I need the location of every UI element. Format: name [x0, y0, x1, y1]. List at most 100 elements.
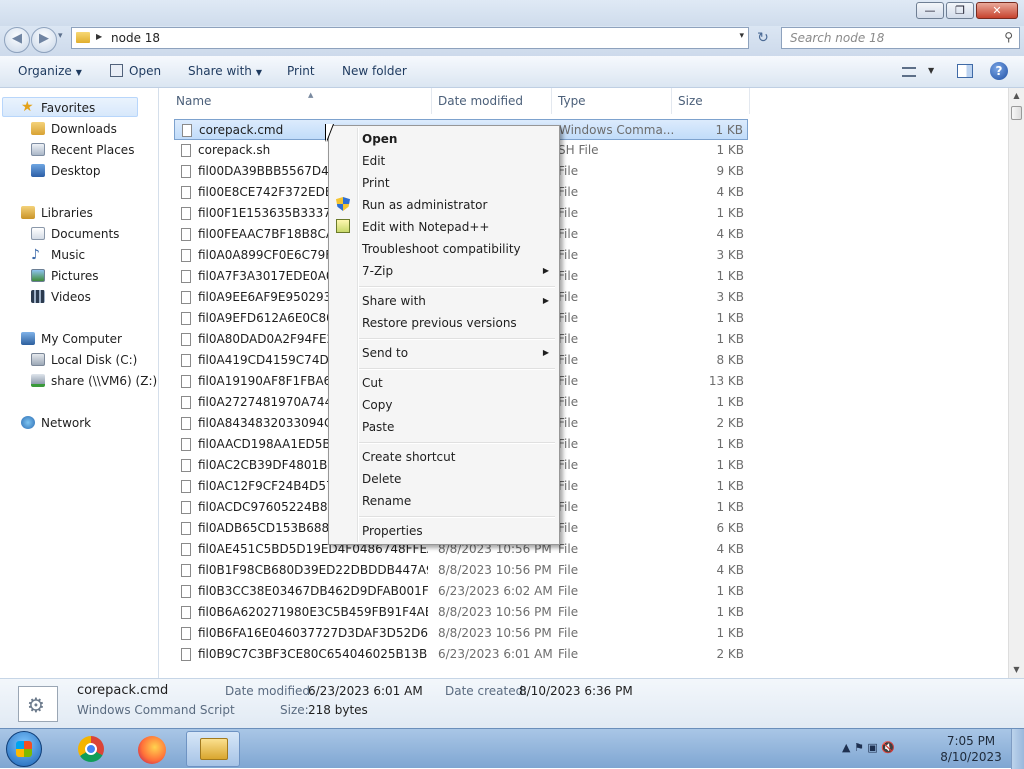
file-type: SH File	[558, 143, 599, 157]
views-icon[interactable]	[902, 67, 916, 77]
nav-favorites[interactable]: ★ Favorites	[2, 97, 138, 117]
menu-item-send-to[interactable]: Send to ▶	[331, 342, 557, 364]
address-dropdown-icon[interactable]: ▾	[739, 31, 744, 41]
open-label: Open	[129, 64, 162, 78]
show-desktop-button[interactable]	[1011, 729, 1024, 769]
search-icon[interactable]: ⚲	[1004, 30, 1013, 44]
search-input[interactable]: Search node 18 ⚲	[781, 27, 1020, 49]
system-tray[interactable]: ▲ ⚑ ▣ 🔇	[842, 741, 942, 757]
clock[interactable]: 7:05 PM 8/10/2023	[940, 733, 1002, 765]
menu-item-print[interactable]: Print	[331, 172, 557, 194]
file-row[interactable]: fil0B6A620271980E3C5B459FB91F4AEEBD 8/8/2…	[174, 602, 748, 623]
menu-item-share-with[interactable]: Share with ▶	[331, 290, 557, 312]
file-type: File	[558, 584, 579, 598]
context-menu: Open Edit Print Run as administrator Edi…	[328, 125, 560, 545]
menu-separator	[359, 442, 555, 444]
menu-item-rename[interactable]: Rename	[331, 490, 557, 512]
open-button[interactable]: Open	[110, 64, 161, 78]
file-icon	[181, 228, 191, 241]
menu-item-delete[interactable]: Delete	[331, 468, 557, 490]
details-size-label: Size:	[280, 703, 309, 717]
scroll-down-arrow-icon[interactable]: ▼	[1009, 662, 1024, 678]
file-type: File	[558, 437, 579, 451]
menu-item-edit-notepadpp[interactable]: Edit with Notepad++	[331, 216, 557, 238]
file-row[interactable]: fil0B3CC38E03467DB462D9DFAB001F3D16 6/23/…	[174, 581, 748, 602]
nav-share-drive-label: share (\\VM6) (Z:)	[51, 374, 158, 388]
print-button[interactable]: Print	[287, 64, 315, 78]
file-explorer-icon	[200, 738, 228, 760]
vertical-scrollbar[interactable]: ▲ ▼	[1008, 88, 1024, 678]
file-type: File	[558, 605, 579, 619]
file-type: File	[558, 164, 579, 178]
address-bar[interactable]: ▶ node 18 ▾	[71, 27, 749, 49]
menu-separator	[359, 368, 555, 370]
help-icon[interactable]: ?	[990, 62, 1008, 80]
desktop-icon	[31, 164, 45, 177]
column-header-name[interactable]: Name ▲	[168, 88, 432, 114]
minimize-button[interactable]: —	[916, 2, 944, 19]
submenu-arrow-icon: ▶	[542, 266, 549, 275]
forward-button[interactable]: ▶	[31, 27, 57, 53]
menu-item-share-with-label: Share with	[362, 294, 426, 308]
column-header-size[interactable]: Size	[670, 88, 750, 114]
menu-item-cut[interactable]: Cut	[331, 372, 557, 394]
menu-item-run-as-admin-label: Run as administrator	[362, 198, 488, 212]
file-type: File	[558, 626, 579, 640]
file-preview-icon: ⚙	[18, 686, 58, 722]
views-dropdown-icon[interactable]: ▼	[928, 66, 934, 75]
file-icon	[181, 396, 191, 409]
file-row[interactable]: fil0B1F98CB680D39ED22DBDDB447A9C55A 8/8/2…	[174, 560, 748, 581]
start-button[interactable]	[6, 731, 42, 767]
new-folder-button[interactable]: New folder	[342, 64, 407, 78]
nav-music-label: Music	[51, 248, 86, 262]
recent-pages-dropdown[interactable]: ▾	[58, 31, 63, 41]
file-type: File	[558, 395, 579, 409]
back-button[interactable]: ◀	[4, 27, 30, 53]
address-row: ◀ ▶ ▾ ▶ node 18 ▾ ↻ Search node 18 ⚲	[0, 26, 1024, 56]
column-header-type[interactable]: Type	[550, 88, 672, 114]
window-controls: — ❐ ✕	[916, 2, 1018, 19]
file-row[interactable]: fil0B6FA16E046037727D3DAF3D52D69E92 8/8/2…	[174, 623, 748, 644]
taskbar-explorer[interactable]	[186, 731, 240, 767]
file-size: 2 KB	[716, 416, 744, 430]
command-bar: Organize ▼ Open Share with ▼ Print New fol…	[0, 56, 1024, 88]
menu-item-create-shortcut[interactable]: Create shortcut	[331, 446, 557, 468]
menu-item-run-as-admin[interactable]: Run as administrator	[331, 194, 557, 216]
menu-item-7zip[interactable]: 7-Zip ▶	[331, 260, 557, 282]
refresh-button[interactable]: ↻	[753, 30, 773, 48]
share-with-button[interactable]: Share with ▼	[188, 64, 262, 78]
taskbar-chrome[interactable]	[62, 731, 116, 767]
preview-pane-icon[interactable]	[957, 64, 973, 78]
close-button[interactable]: ✕	[976, 2, 1018, 19]
computer-icon	[21, 332, 35, 345]
menu-item-paste[interactable]: Paste	[331, 416, 557, 438]
file-size: 1 KB	[716, 332, 744, 346]
file-row[interactable]: fil0B9C7C3BF3CE80C654046025B13BF82F 6/23/…	[174, 644, 748, 665]
file-icon	[181, 375, 191, 388]
scrollbar-thumb[interactable]	[1011, 106, 1022, 120]
file-type: File	[558, 479, 579, 493]
file-size: 1 KB	[716, 206, 744, 220]
menu-item-troubleshoot-label: Troubleshoot compatibility	[362, 242, 521, 256]
file-date-modified: 8/8/2023 10:56 PM	[438, 626, 552, 640]
menu-item-delete-label: Delete	[362, 472, 402, 486]
file-size: 9 KB	[716, 164, 744, 178]
file-icon	[181, 564, 191, 577]
file-size: 2 KB	[716, 647, 744, 661]
file-size: 3 KB	[716, 290, 744, 304]
nav-videos-label: Videos	[51, 290, 91, 304]
scroll-up-arrow-icon[interactable]: ▲	[1009, 88, 1024, 104]
taskbar-firefox[interactable]	[124, 731, 178, 767]
menu-item-copy[interactable]: Copy	[331, 394, 557, 416]
menu-item-open[interactable]: Open	[331, 128, 557, 150]
column-header-date-modified[interactable]: Date modified	[430, 88, 552, 114]
menu-separator	[359, 286, 555, 288]
breadcrumb-arrow-icon[interactable]: ▶	[96, 32, 102, 41]
menu-item-restore-versions[interactable]: Restore previous versions	[331, 312, 557, 334]
organize-button[interactable]: Organize ▼	[18, 64, 82, 78]
menu-item-properties[interactable]: Properties	[331, 520, 557, 542]
maximize-button[interactable]: ❐	[946, 2, 974, 19]
breadcrumb-node-18[interactable]: node 18	[111, 31, 160, 45]
menu-item-edit[interactable]: Edit	[331, 150, 557, 172]
menu-item-troubleshoot[interactable]: Troubleshoot compatibility	[331, 238, 557, 260]
